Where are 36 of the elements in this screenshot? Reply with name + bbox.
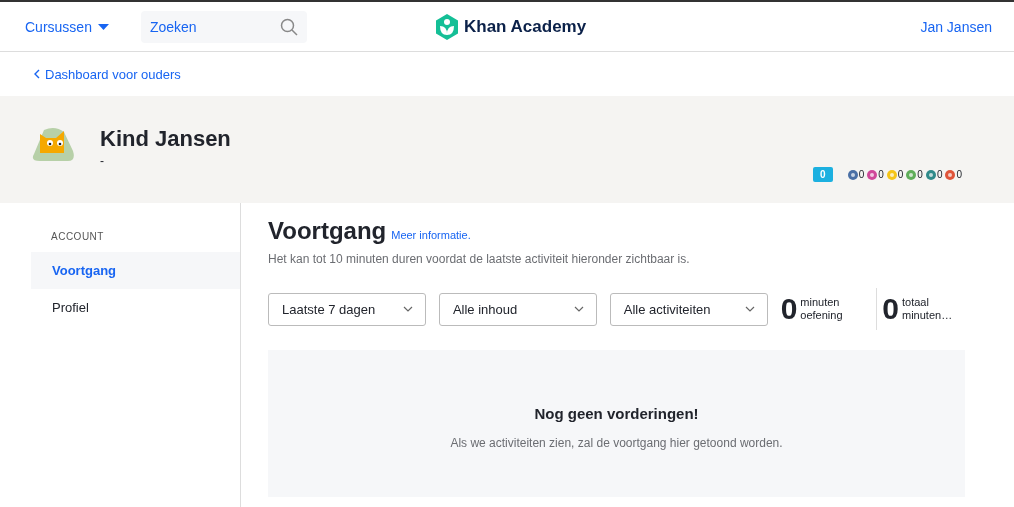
filter-dropdown[interactable]: Alle inhoud [438, 292, 597, 326]
stat-value: 0 [882, 292, 899, 326]
chevron-icon [744, 306, 755, 312]
points-badge: 0 [813, 167, 833, 182]
caret-icon [97, 23, 109, 30]
page-title: Voortgang [268, 217, 387, 245]
badge-count: 0 [917, 169, 923, 180]
chevron-icon [573, 306, 584, 312]
badge-count: 0 [897, 169, 904, 180]
info-link[interactable]: Meer informatie. [391, 229, 471, 241]
avatar-icon [30, 126, 76, 162]
back-link[interactable]: Dashboard voor ouders [34, 66, 181, 82]
chevron-icon [402, 306, 413, 312]
empty-title: Nog geen vorderingen! [534, 405, 699, 422]
courses-menu[interactable]: Cursussen [25, 18, 109, 35]
info-note: Het kan tot 10 minuten duren voordat de laatste activiteit hieronder zichtbaar is. [268, 252, 691, 266]
stat-value: 0 [780, 292, 798, 326]
filter-dropdown[interactable]: Laatste 7 dagen [268, 292, 426, 326]
stat-label: minuten oefening [800, 295, 844, 323]
empty-text: Als we activiteiten zien, zal de voortgang hier getoond worden. [450, 436, 783, 450]
badge-count: 0 [858, 169, 865, 180]
badge-count: 0 [936, 169, 943, 180]
user-link[interactable]: Jan Jansen [920, 18, 992, 35]
badge-count: 0 [956, 169, 962, 180]
filter-dropdown[interactable]: Alle activiteiten [609, 292, 768, 326]
sidebar-item[interactable]: Profiel [31, 289, 240, 326]
section-heading: ACCOUNT [50, 231, 105, 242]
search-field[interactable]: Zoeken [140, 10, 307, 43]
badge-count: 0 [878, 169, 884, 180]
child-subtitle: - [100, 154, 105, 168]
child-name: Kind Jansen [100, 126, 231, 152]
stat-label: totaal minuten… [902, 295, 954, 323]
search-icon [279, 17, 298, 36]
sidebar-item[interactable]: Voortgang [31, 252, 240, 289]
logo[interactable]: Khan Academy [435, 14, 587, 40]
back-chevron-icon [34, 69, 40, 79]
